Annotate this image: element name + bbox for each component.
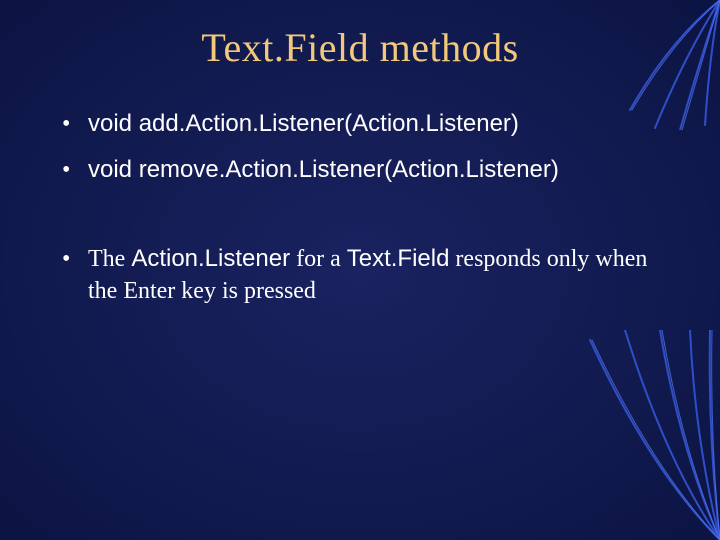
bullet-text: The Action.Listener for a Text.Field res…: [88, 246, 647, 304]
text-fragment: Action.Listener: [131, 245, 290, 272]
bullet-text: void remove.Action.Listener(Action.Liste…: [88, 156, 559, 183]
bullet-item: void add.Action.Listener(Action.Listener…: [60, 108, 670, 140]
decor-bottom-right-icon: [530, 330, 720, 540]
slide: Text.Field methods void add.Action.Liste…: [0, 0, 720, 540]
text-fragment: for a: [290, 246, 347, 272]
text-fragment: The: [88, 246, 131, 272]
slide-title: Text.Field methods: [0, 24, 720, 71]
slide-body: void add.Action.Listener(Action.Listener…: [60, 108, 670, 322]
bullet-text: void add.Action.Listener(Action.Listener…: [88, 110, 519, 137]
bullet-item: void remove.Action.Listener(Action.Liste…: [60, 154, 670, 186]
spacer: [60, 201, 670, 243]
bullet-item: The Action.Listener for a Text.Field res…: [60, 243, 670, 308]
bullet-list: void add.Action.Listener(Action.Listener…: [60, 108, 670, 308]
text-fragment: Text.Field: [347, 245, 450, 272]
